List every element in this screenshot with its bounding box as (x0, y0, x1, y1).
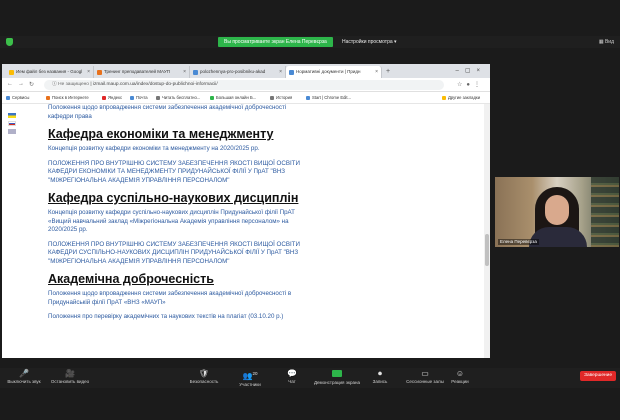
section-heading: Кафедра суспільно-наукових дисциплін (48, 191, 299, 205)
bookmark-item[interactable]: История (270, 92, 292, 104)
bookmark-item[interactable]: Читать бесплатно... (156, 92, 200, 104)
record-icon: ⏺ (378, 369, 382, 378)
smiley-icon: ☺ (455, 369, 465, 378)
close-icon[interactable]: × (279, 66, 282, 78)
shield-icon: 🛡 (198, 369, 210, 378)
close-icon[interactable]: × (375, 66, 378, 78)
close-icon[interactable]: × (183, 66, 186, 78)
mute-button[interactable]: 🎤 Выключить звук (0, 368, 48, 385)
bookmark-item[interactable]: Поиск в Интернете (46, 92, 89, 104)
profile-icon[interactable]: ● (466, 82, 474, 88)
view-button[interactable]: ▦ Вид (599, 37, 614, 47)
bookmark-icon (156, 95, 160, 100)
section-heading: Академічна доброчесність (48, 272, 214, 286)
reload-icon[interactable]: ↻ (29, 81, 34, 88)
bookmark-item[interactable]: Большая онлайн Б... (210, 92, 256, 104)
zoom-window: Вы просматриваете экран Елена Перевєрза … (0, 0, 620, 420)
apps-icon (6, 95, 10, 100)
page-content: Положення щодо впровадження системи забе… (48, 104, 468, 322)
end-meeting-button[interactable]: Завершение (580, 371, 616, 381)
tab-title: Нормативні документи | Придн (296, 69, 361, 74)
bookmarks-bar: Сервисы Поиск в Интернете Яндекс Почта Ч… (2, 92, 490, 104)
chat-icon: 💬 (287, 369, 297, 378)
folder-icon (442, 95, 446, 100)
url-input[interactable]: ⓘ Не защищено | izmail.maup.com.ua/index… (44, 80, 444, 90)
forward-icon[interactable]: → (18, 81, 24, 87)
ukraine-flag-icon[interactable] (8, 113, 16, 118)
view-settings-menu[interactable]: Настройки просмотра ▾ (342, 37, 397, 47)
people-icon: 👥20 (242, 371, 258, 381)
security-button[interactable]: 🛡 Безопасность (180, 368, 228, 385)
window-controls[interactable]: –▢× (455, 66, 486, 76)
tab-title: Ием файл без названия - Googl (16, 69, 83, 74)
participant-name: Елена Перевєрза (498, 239, 539, 245)
chat-button[interactable]: 💬 Чат (268, 368, 316, 385)
record-button[interactable]: ⏺ Запись (356, 368, 404, 385)
shield-icon[interactable] (6, 38, 13, 46)
page-scrollbar[interactable] (484, 104, 490, 358)
document-link[interactable]: Положення щодо впровадження системи забе… (48, 290, 468, 307)
bookmark-item[interactable]: Другие закладки (442, 92, 480, 104)
bookmark-icon (270, 95, 274, 100)
document-link[interactable]: Положення про перевірку академічних та н… (48, 313, 468, 322)
url-text: izmail.maup.com.ua/index/dostup-do-publi… (92, 82, 218, 87)
document-link[interactable]: ПОЛОЖЕННЯ ПРО ВНУТРІШНЮ СИСТЕМУ ЗАБЕЗПЕЧ… (48, 241, 468, 267)
close-icon[interactable]: × (87, 66, 90, 78)
back-icon[interactable]: ← (7, 81, 13, 87)
not-secure-label: Не защищено (58, 82, 89, 87)
participants-count: 20 (252, 371, 258, 376)
tab-favicon-icon (97, 70, 102, 75)
menu-icon[interactable]: ⋮ (474, 82, 484, 88)
tab-title: Тренинг преподавателей МАУП (104, 69, 170, 74)
camera-icon: 🎥 (65, 369, 75, 378)
bookmark-icon (210, 95, 214, 100)
bookmark-icon (306, 95, 310, 100)
view-label: Вид (604, 39, 614, 45)
participant-video[interactable]: Елена Перевєрза (495, 177, 619, 247)
bookmark-icon (102, 95, 106, 100)
web-page: Положення щодо впровадження системи забе… (2, 104, 490, 358)
russia-flag-icon[interactable] (8, 121, 16, 126)
tab-favicon-icon (193, 70, 198, 75)
zoom-top-bar: Вы просматриваете экран Елена Перевєрза … (0, 36, 620, 48)
browser-tab-bar: Ием файл без названия - Googl × Тренинг … (2, 64, 490, 78)
language-switcher (8, 113, 16, 137)
browser-tab[interactable]: polozhennya-pro-posibniku-akad × (190, 66, 286, 78)
new-tab-icon[interactable]: + (386, 66, 390, 78)
shared-screen: Ием файл без названия - Googl × Тренинг … (2, 64, 490, 358)
tab-title: polozhennya-pro-posibniku-akad (200, 69, 266, 74)
document-link[interactable]: Положення щодо впровадження системи забе… (48, 104, 468, 121)
zoom-toolbar: 🎤 Выключить звук 🎥 Остановить видео 🛡 Бе… (0, 368, 620, 388)
share-banner: Вы просматриваете экран Елена Перевєрза (218, 37, 333, 47)
star-icon[interactable]: ☆ (457, 82, 466, 88)
bookmark-icon (46, 95, 50, 100)
browser-tab[interactable]: Ием файл без названия - Googl × (6, 66, 94, 78)
reactions-button[interactable]: ☺ Реакции (436, 368, 484, 385)
browser-tab[interactable]: Тренинг преподавателей МАУП × (94, 66, 190, 78)
bookmark-item[interactable]: Почта (130, 92, 148, 104)
document-link[interactable]: Концепція розвитку кафедри економіки та … (48, 145, 468, 154)
bookmark-item[interactable]: Start | Chrome Edit... (306, 92, 351, 104)
browser-actions[interactable]: ☆●⋮ (457, 81, 484, 88)
tab-favicon-icon (289, 70, 294, 75)
address-bar: ← → ↻ ⓘ Не защищено | izmail.maup.com.ua… (2, 78, 490, 92)
document-link[interactable]: ПОЛОЖЕННЯ ПРО ВНУТРІШНЮ СИСТЕМУ ЗАБЕЗПЕЧ… (48, 160, 468, 186)
bookmark-item[interactable]: Сервисы (6, 92, 29, 104)
browser-tab-active[interactable]: Нормативні документи | Придн × (286, 66, 382, 78)
bookmark-icon (130, 95, 134, 100)
document-link[interactable]: Концепція розвитку кафедри суспільно-нау… (48, 209, 468, 235)
stop-video-button[interactable]: 🎥 Остановить видео (46, 368, 94, 385)
bookmark-item[interactable]: Яндекс (102, 92, 122, 104)
section-heading: Кафедра економіки та менеджменту (48, 127, 274, 141)
tab-favicon-icon (9, 70, 14, 75)
microphone-icon: 🎤 (19, 369, 29, 378)
uk-flag-icon[interactable] (8, 129, 16, 134)
scrollbar-thumb[interactable] (485, 234, 489, 266)
participants-button[interactable]: 👥20 Участники (226, 368, 274, 388)
